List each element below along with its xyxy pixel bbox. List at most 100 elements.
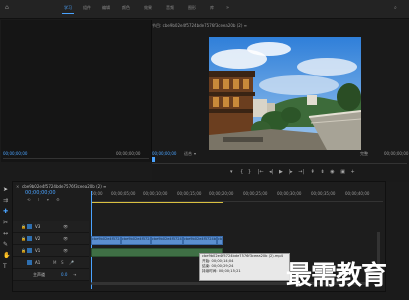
close-sequence-icon[interactable]: × — [16, 184, 19, 189]
track-name: A1 — [35, 260, 41, 265]
ruler-tick-label: 00;00;05;00 — [111, 191, 136, 196]
track-name: V3 — [35, 224, 41, 229]
program-timecode-left[interactable]: 00;00;00;00 — [152, 151, 176, 156]
chevron-down-icon[interactable]: ▾ — [194, 151, 196, 156]
lock-icon[interactable]: 🔒 — [21, 224, 26, 229]
home-icon[interactable]: ⌂ — [5, 4, 9, 11]
clip-info-tooltip: cbe9b02e4f5724bde7576f3ceea20b (2).mp4 开… — [199, 253, 290, 281]
ripple-edit-tool-icon[interactable]: ✚ — [3, 208, 8, 215]
go-to-end-icon[interactable]: ⇥ — [73, 272, 76, 277]
track-header-v2: V2 🔒 👁 — [13, 233, 89, 245]
wrench-icon[interactable]: ⚙ — [56, 197, 60, 202]
workspace-tab-color[interactable]: 颜色 — [122, 5, 130, 11]
source-monitor-panel: 00;00;00;00 00;00;00;00 — [1, 20, 152, 162]
microphone-icon[interactable]: 🎤 — [69, 260, 74, 265]
solo-button[interactable]: S — [61, 260, 64, 265]
comparison-view-icon[interactable]: ▣ — [340, 169, 345, 175]
add-marker-icon[interactable]: ▾ — [230, 169, 233, 175]
timeline-clip[interactable]: cbe9b02e4f5724bde... — [121, 236, 151, 245]
workspace-tab-libraries[interactable]: 库 — [210, 5, 214, 11]
lock-icon[interactable]: 🔒 — [21, 248, 26, 253]
ruler-tick-label: 00;00 — [91, 191, 103, 196]
hand-tool-icon[interactable]: ✋ — [3, 252, 10, 259]
track-header-v3: V3 🔒 👁 — [13, 221, 89, 233]
track-target-toggle[interactable] — [27, 248, 32, 253]
watermark-text: 最需教育 — [286, 261, 387, 291]
ruler-tick-label: 00;00;40;00 — [345, 191, 370, 196]
ruler-tick-label: 00;00;35;00 — [311, 191, 336, 196]
type-tool-icon[interactable]: T — [3, 263, 7, 270]
work-area-bar[interactable] — [91, 202, 223, 203]
razor-tool-icon[interactable]: ✂ — [3, 219, 8, 226]
timeline-timecode[interactable]: 00;00;00;00 — [25, 190, 56, 196]
track-select-tool-icon[interactable]: ⇉ — [3, 197, 8, 204]
track-target-toggle[interactable] — [27, 260, 32, 265]
fit-dropdown[interactable]: 适合 — [184, 151, 192, 157]
selection-tool-icon[interactable]: ➤ — [3, 186, 8, 193]
eye-icon[interactable]: 👁 — [63, 248, 68, 253]
add-button-icon[interactable]: + — [351, 169, 355, 175]
pen-tool-icon[interactable]: ✎ — [3, 241, 8, 248]
mark-in-icon[interactable]: { — [240, 169, 243, 175]
source-timecode-left: 00;00;00;00 — [3, 151, 28, 156]
master-volume-value[interactable]: 0.0 — [61, 272, 67, 277]
transport-controls: ▾ { } |← ◂| ▶ |▸ →| ⇞ ⇟ ◉ ▣ + — [230, 169, 409, 177]
sequence-tab[interactable]: cbe9b02e4f5724bde7576f3ceea20b (2) ≡ — [22, 184, 106, 189]
playhead-marker[interactable] — [152, 157, 155, 162]
eye-icon[interactable]: 👁 — [63, 236, 68, 241]
ruler-tick-label: 00;00;10;00 — [143, 191, 168, 196]
workspace-tab-assembly[interactable]: 组件 — [83, 5, 91, 11]
lift-icon[interactable]: ⇞ — [311, 169, 315, 175]
search-icon[interactable]: ⌕ — [394, 5, 397, 11]
workspace-bar: ⌂ 学习 组件 编辑 颜色 效果 音频 图形 库 » ⌕ — [0, 0, 409, 19]
snap-icon[interactable]: ⟲ — [27, 197, 30, 202]
program-video-frame — [209, 37, 361, 150]
timeline-clip[interactable]: cbe9b02e4f5724bde... — [91, 236, 121, 245]
workspace-tab-editing[interactable]: 编辑 — [102, 5, 110, 11]
tools-panel: ➤ ⇉ ✚ ✂ ↔ ✎ ✋ T — [1, 181, 11, 290]
extract-icon[interactable]: ⇟ — [320, 169, 324, 175]
workspace-tab-graphics[interactable]: 图形 — [188, 5, 196, 11]
program-monitor-title[interactable]: 节目: cbe9b02e4f5724bde7576f3ceea20b (2) ≡ — [152, 23, 247, 29]
mute-button[interactable]: M — [53, 260, 56, 265]
track-header-master: 主声道 0.0 ⇥ — [13, 269, 89, 281]
go-to-out-icon[interactable]: →| — [298, 169, 304, 175]
track-target-toggle[interactable] — [27, 236, 32, 241]
timeline-settings-row: ⟲ ⌇ ▾ ⚙ — [27, 197, 60, 202]
workspace-tab-learn[interactable]: 学习 — [64, 5, 72, 11]
video-still-image — [209, 37, 361, 150]
slip-tool-icon[interactable]: ↔ — [3, 230, 8, 237]
ruler-tick-label: 00;00;15;00 — [177, 191, 202, 196]
source-timecode-right: 00;00;00;00 — [116, 151, 141, 156]
track-name: V1 — [35, 248, 41, 253]
eye-icon[interactable]: 👁 — [63, 224, 68, 229]
quality-dropdown[interactable]: 完整 — [360, 151, 368, 157]
timeline-clip[interactable]: cbe9b02e4f5724bde... — [217, 236, 223, 245]
track-header-v1: V1 🔒 👁 — [13, 245, 89, 257]
master-track-label: 主声道 — [33, 272, 45, 277]
source-time-ruler — [3, 158, 149, 159]
track-target-toggle[interactable] — [27, 224, 32, 229]
go-to-in-icon[interactable]: |← — [258, 169, 264, 175]
program-time-ruler — [152, 158, 407, 164]
timeline-clip[interactable]: cbe9b02e4f5724bde... — [183, 236, 217, 245]
lock-icon[interactable]: 🔒 — [21, 236, 26, 241]
mark-out-icon[interactable]: } — [248, 169, 251, 175]
track-header-a1: A1 M S 🎤 — [13, 257, 89, 269]
workspace-tab-effects[interactable]: 效果 — [144, 5, 152, 11]
add-marker-timeline-icon[interactable]: ▾ — [47, 197, 49, 202]
program-timecode-right: 00;00;00;00 — [384, 151, 409, 156]
tooltip-duration: 持续时间: 00;00;15;21 — [202, 269, 241, 273]
time-ruler[interactable]: 00;00 00;00;05;00 00;00;10;00 00;00;15;0… — [91, 191, 383, 202]
ruler-tick-label: 00;00;20;00 — [209, 191, 234, 196]
workspace-tab-audio[interactable]: 音频 — [166, 5, 174, 11]
step-forward-icon[interactable]: |▸ — [288, 169, 292, 175]
ruler-tick-label: 00;00;30;00 — [277, 191, 302, 196]
timeline-clip[interactable]: cbe9b02e4f5724bde... — [151, 236, 183, 245]
export-frame-icon[interactable]: ◉ — [330, 169, 334, 175]
play-icon[interactable]: ▶ — [279, 169, 283, 175]
more-workspaces-icon[interactable]: » — [226, 5, 229, 11]
ruler-tick-label: 00;00;25;00 — [243, 191, 268, 196]
linked-selection-icon[interactable]: ⌇ — [38, 197, 40, 202]
step-back-icon[interactable]: ◂| — [269, 169, 273, 175]
